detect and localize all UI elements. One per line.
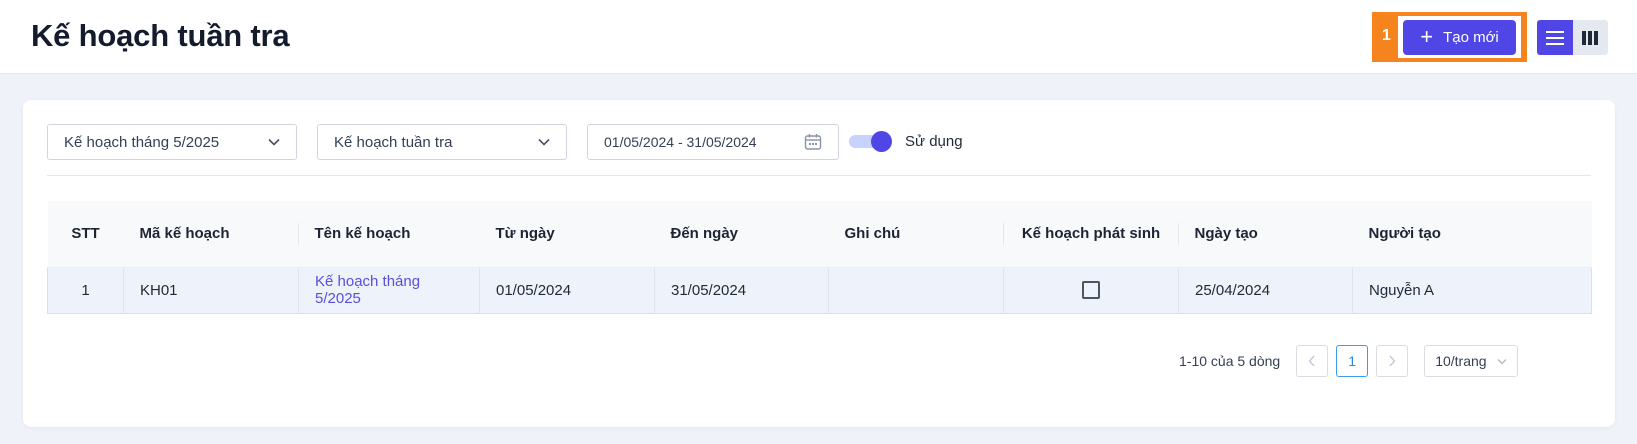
cell-from-date: 01/05/2024 [479,266,655,314]
create-button-label: Tạo mới [1443,29,1499,46]
page-size-value: 10/trang [1435,353,1487,369]
annotation-number: 1 [1382,27,1391,44]
annotation-frame: + Tạo mới [1398,16,1521,58]
active-toggle-switch[interactable] [849,131,893,152]
column-header[interactable]: Tên kế hoạch [298,201,480,268]
list-view-icon [1545,30,1564,45]
incurred-checkbox[interactable] [1082,281,1100,300]
divider [47,175,1591,176]
column-header[interactable]: Ngày tạo [1178,201,1353,268]
page-title: Kế hoạch tuần tra [31,18,290,53]
chevron-left-icon [1308,355,1315,367]
cell-incurred [1003,266,1179,314]
chevron-right-icon [1389,355,1396,367]
calendar-icon [804,134,822,150]
view-toggle [1537,20,1608,55]
annotation-highlight: 1 + Tạo mới [1372,12,1527,62]
column-view-icon [1582,30,1599,45]
column-header[interactable]: Mã kế hoạch [123,201,299,268]
active-toggle-group: Sử dụng [849,131,963,152]
plan-name-link[interactable]: Kế hoạch tháng 5/2025 [315,273,420,307]
column-header[interactable]: Kế hoạch phát sinh [1003,201,1179,268]
prev-page-button[interactable] [1296,345,1329,377]
next-page-button[interactable] [1376,345,1409,377]
page-size-select[interactable]: 10/trang [1424,345,1519,377]
column-header[interactable]: Người tạo [1352,201,1592,268]
column-header[interactable]: Ghi chú [828,201,1004,268]
table-row[interactable]: 1 KH01 Kế hoạch tháng 5/2025 01/05/2024 … [47,266,1592,314]
cell-stt: 1 [47,266,124,314]
plans-table: STT Mã kế hoạch Tên kế hoạch Từ ngày Đến… [47,201,1592,314]
plus-icon: + [1420,23,1434,49]
cell-creator: Nguyễn A [1352,266,1592,314]
toggle-thumb [871,131,892,152]
column-view-button[interactable] [1572,20,1608,55]
cell-code: KH01 [123,266,299,314]
cell-note [828,266,1004,314]
create-button[interactable]: + Tạo mới [1403,20,1516,55]
pagination-info: 1-10 của 5 dòng [1179,353,1281,369]
pagination: 1-10 của 5 dòng 1 10/trang [1179,345,1519,377]
list-view-button[interactable] [1537,20,1573,55]
type-select-value: Kế hoạch tuần tra [334,133,453,151]
plan-select[interactable]: Kế hoạch tháng 5/2025 [47,124,297,160]
column-header[interactable]: Đến ngày [654,201,829,268]
cell-to-date: 31/05/2024 [654,266,829,314]
page-header: Kế hoạch tuần tra 1 + Tạo mới [0,0,1637,74]
type-select[interactable]: Kế hoạch tuần tra [317,124,567,160]
cell-created-date: 25/04/2024 [1178,266,1353,314]
chevron-down-icon [538,138,550,146]
date-range-value: 01/05/2024 - 31/05/2024 [604,134,757,150]
cell-name: Kế hoạch tháng 5/2025 [298,266,480,314]
column-header[interactable]: STT [47,201,124,268]
chevron-down-icon [268,138,280,146]
table-header-row: STT Mã kế hoạch Tên kế hoạch Từ ngày Đến… [47,201,1592,268]
date-range-picker[interactable]: 01/05/2024 - 31/05/2024 [587,124,839,160]
page-button[interactable]: 1 [1336,345,1369,377]
content-card: Kế hoạch tháng 5/2025 Kế hoạch tuần tra … [23,100,1615,427]
column-header[interactable]: Từ ngày [479,201,655,268]
active-toggle-label: Sử dụng [905,132,963,150]
chevron-down-icon [1497,358,1507,364]
plan-select-value: Kế hoạch tháng 5/2025 [64,133,220,151]
